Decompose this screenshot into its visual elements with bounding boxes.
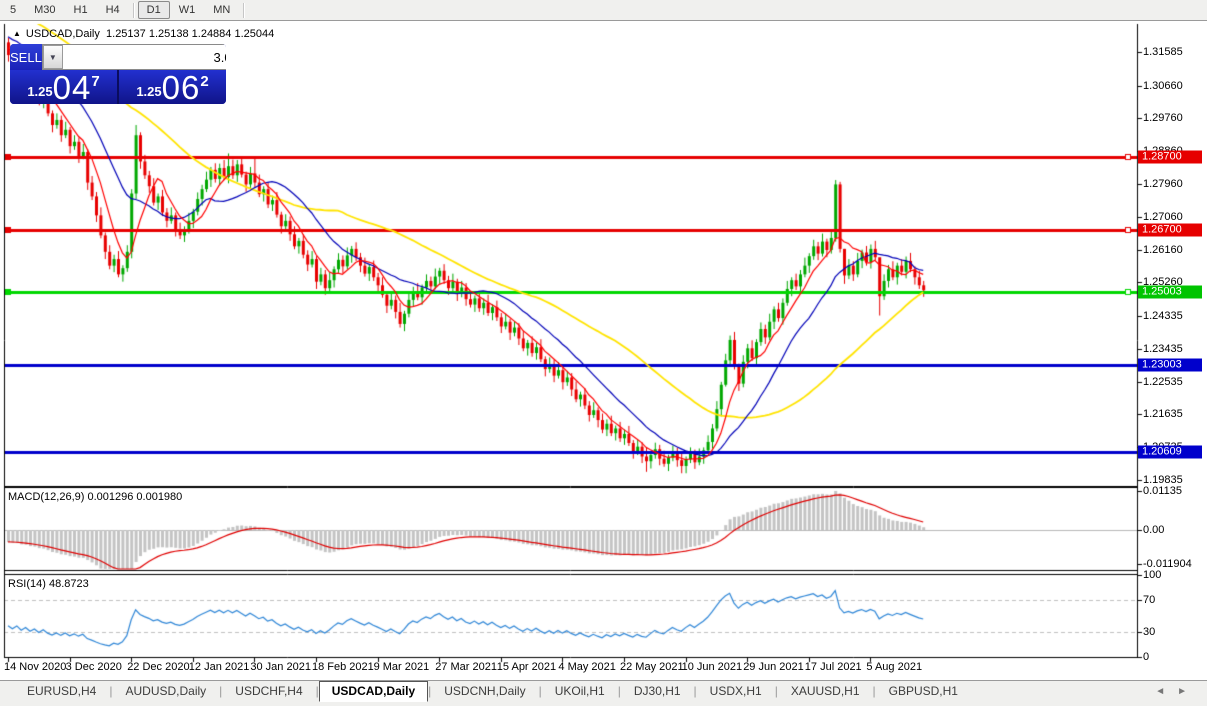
timeframe-button-h4[interactable]: H4: [97, 1, 129, 19]
rsi-axis-tick: 30: [1143, 626, 1156, 639]
timeframe-button-m30[interactable]: M30: [25, 1, 64, 19]
date-axis-label: 9 Mar 2021: [373, 661, 430, 673]
sell-price-big: 04: [52, 69, 92, 104]
trading-app-window: 5 M30 H1 H4 D1 W1 MN ▲ USDCAD,Daily 1.25137 1.2…: [0, 0, 1207, 706]
tabbar-scroll-arrows[interactable]: ◄►: [1155, 686, 1199, 697]
date-axis-label: 14 Nov 2020: [4, 661, 67, 673]
buy-quote-box[interactable]: 1.25 06 2: [119, 70, 226, 104]
date-axis-label: 22 Dec 2020: [127, 661, 190, 673]
sell-price-small: 1.25: [27, 84, 53, 99]
rsi-indicator-label: RSI(14) 48.8723: [8, 578, 89, 590]
price-axis-tick: 1.22535: [1143, 375, 1183, 388]
timeframe-button-5[interactable]: 5: [1, 1, 25, 19]
date-axis-label: 30 Jan 2021: [250, 661, 311, 673]
tab-usdcad-daily[interactable]: USDCAD,Daily: [318, 681, 429, 702]
timeframe-button-h1[interactable]: H1: [65, 1, 97, 19]
macd-axis-tick: 0.00: [1143, 524, 1165, 536]
timeframe-toolbar: 5 M30 H1 H4 D1 W1 MN: [0, 0, 1207, 21]
price-axis-tick: 1.19835: [1143, 474, 1183, 486]
hline-price-label[interactable]: 1.25003: [1138, 285, 1202, 299]
date-axis-label: 18 Feb 2021: [312, 661, 374, 673]
toolbar-separator: [132, 2, 134, 18]
chart-canvas[interactable]: [0, 0, 1207, 706]
price-axis-tick: 1.30660: [1143, 79, 1183, 92]
sell-quote-box[interactable]: 1.25 04 7: [10, 70, 119, 104]
date-axis-label: 29 Jun 2021: [743, 661, 804, 673]
price-axis-tick: 1.27960: [1143, 178, 1183, 191]
date-axis-label: 3 Dec 2020: [65, 661, 122, 673]
timeframe-button-mn[interactable]: MN: [204, 1, 239, 19]
price-axis-tick: 1.26160: [1143, 243, 1183, 256]
rsi-axis-tick: 70: [1143, 593, 1156, 606]
timeframe-button-d1[interactable]: D1: [137, 1, 170, 19]
volume-decrease-icon[interactable]: ▼: [42, 45, 63, 69]
one-click-trading-panel: SELL ▼ ▲ BUY 1.25 04 7 1.25 06 2: [10, 44, 226, 104]
tab-dj30-h1[interactable]: DJ30,H1: [621, 681, 694, 702]
symbol-period-label: USDCAD,Daily: [25, 28, 100, 40]
date-axis-label: 10 Jun 2021: [681, 661, 743, 673]
price-axis-tick: 1.31585: [1143, 46, 1183, 58]
ohlc-values: 1.25137 1.25138 1.24884 1.25044: [106, 28, 275, 40]
price-axis-tick: 1.23435: [1143, 342, 1183, 355]
price-axis-tick: 1.21635: [1143, 408, 1183, 421]
timeframe-button-w1[interactable]: W1: [170, 1, 205, 19]
tab-usdcnh-daily[interactable]: USDCNH,Daily: [431, 681, 538, 702]
hline-price-label[interactable]: 1.20609: [1138, 445, 1202, 459]
symbol-tabbar: EURUSD,H4 | AUDUSD,Daily | USDCHF,H4 | USDCAD,…: [0, 680, 1207, 706]
buy-price-sup: 2: [200, 73, 209, 90]
hline-price-label[interactable]: 1.26700: [1138, 223, 1202, 237]
tab-usdchf-h4[interactable]: USDCHF,H4: [222, 681, 315, 702]
price-axis-tick: 1.27060: [1143, 210, 1183, 223]
tab-gbpusd-h1[interactable]: GBPUSD,H1: [876, 681, 971, 702]
sell-price-sup: 7: [91, 73, 100, 90]
macd-axis-tick: 0.01135: [1143, 485, 1182, 498]
date-axis-label: 27 Mar 2021: [435, 661, 497, 673]
chart-title: ▲ USDCAD,Daily 1.25137 1.25138 1.24884 1.…: [13, 28, 274, 40]
buy-price-big: 06: [161, 69, 201, 104]
sell-button[interactable]: SELL: [10, 44, 42, 70]
date-axis-label: 5 Aug 2021: [866, 661, 923, 673]
rsi-axis-tick: 100: [1143, 569, 1162, 581]
hline-price-label[interactable]: 1.23003: [1138, 358, 1202, 372]
date-axis-label: 12 Jan 2021: [188, 661, 250, 673]
toolbar-separator: [243, 2, 245, 18]
tab-xauusd-h1[interactable]: XAUUSD,H1: [778, 681, 873, 702]
buy-price-small: 1.25: [136, 84, 162, 99]
tab-audusd-daily[interactable]: AUDUSD,Daily: [112, 681, 219, 702]
date-axis-label: 15 Apr 2021: [496, 661, 557, 673]
tab-ukoil-h1[interactable]: UKOil,H1: [542, 681, 618, 702]
macd-indicator-label: MACD(12,26,9) 0.001296 0.001980: [8, 491, 183, 503]
hline-price-label[interactable]: 1.28700: [1138, 150, 1202, 164]
date-axis-label: 22 May 2021: [620, 661, 684, 673]
volume-input[interactable]: [62, 45, 226, 69]
volume-stepper: ▼ ▲: [41, 44, 226, 70]
date-axis-label: 4 May 2021: [558, 661, 616, 673]
date-axis-label: 17 Jul 2021: [804, 661, 862, 673]
rsi-axis-tick: 0: [1143, 651, 1150, 663]
price-axis-tick: 1.29760: [1143, 112, 1183, 125]
tab-eurusd-h4[interactable]: EURUSD,H4: [14, 681, 109, 702]
price-axis-tick: 1.24335: [1143, 310, 1183, 323]
collapse-arrow-icon[interactable]: ▲: [13, 29, 21, 38]
tab-usdx-h1[interactable]: USDX,H1: [697, 681, 775, 702]
